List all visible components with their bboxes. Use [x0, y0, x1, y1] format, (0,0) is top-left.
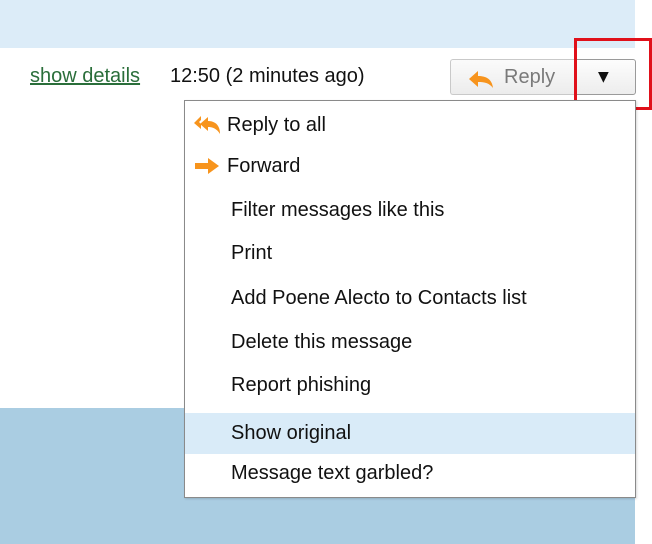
menu-item-label: Show original	[231, 422, 352, 444]
menu-item-label: Report phishing	[231, 374, 372, 396]
reply-all-icon	[194, 116, 220, 134]
header-background	[0, 0, 635, 48]
menu-item-print[interactable]: Print	[185, 233, 635, 274]
menu-item-show-original[interactable]: Show original	[185, 413, 635, 454]
reply-button-label: Reply	[504, 66, 556, 88]
menu-item-filter-messages[interactable]: Filter messages like this	[185, 190, 635, 231]
message-timestamp: 12:50 (2 minutes ago)	[170, 65, 365, 87]
menu-item-label: Delete this message	[231, 331, 413, 353]
more-options-dropdown-button[interactable]: ▼	[576, 59, 636, 95]
menu-item-reply-to-all[interactable]: Reply to all	[185, 105, 635, 146]
menu-item-forward[interactable]: Forward	[185, 146, 635, 187]
menu-item-add-to-contacts[interactable]: Add Poene Alecto to Contacts list	[185, 278, 635, 319]
reply-arrow-icon	[469, 71, 493, 88]
show-details-link[interactable]: show details	[30, 65, 140, 88]
menu-item-label: Message text garbled?	[231, 462, 434, 484]
message-header-row: show details 12:50 (2 minutes ago) Reply…	[0, 48, 652, 100]
menu-item-report-phishing[interactable]: Report phishing	[185, 365, 635, 406]
more-options-menu: Reply to all Forward Filter messages lik…	[184, 100, 636, 498]
forward-arrow-icon	[195, 158, 219, 174]
dropdown-arrow-icon: ▼	[598, 69, 609, 85]
menu-item-delete-message[interactable]: Delete this message	[185, 322, 635, 363]
menu-item-label: Reply to all	[227, 114, 326, 136]
menu-item-label: Forward	[227, 155, 301, 177]
reply-button[interactable]: Reply	[450, 59, 576, 95]
menu-item-label: Filter messages like this	[231, 199, 445, 221]
gmail-message-view: show details 12:50 (2 minutes ago) Reply…	[0, 0, 652, 544]
menu-item-label: Print	[231, 242, 273, 264]
menu-item-message-text-garbled[interactable]: Message text garbled?	[185, 453, 635, 494]
menu-item-label: Add Poene Alecto to Contacts list	[231, 287, 527, 309]
